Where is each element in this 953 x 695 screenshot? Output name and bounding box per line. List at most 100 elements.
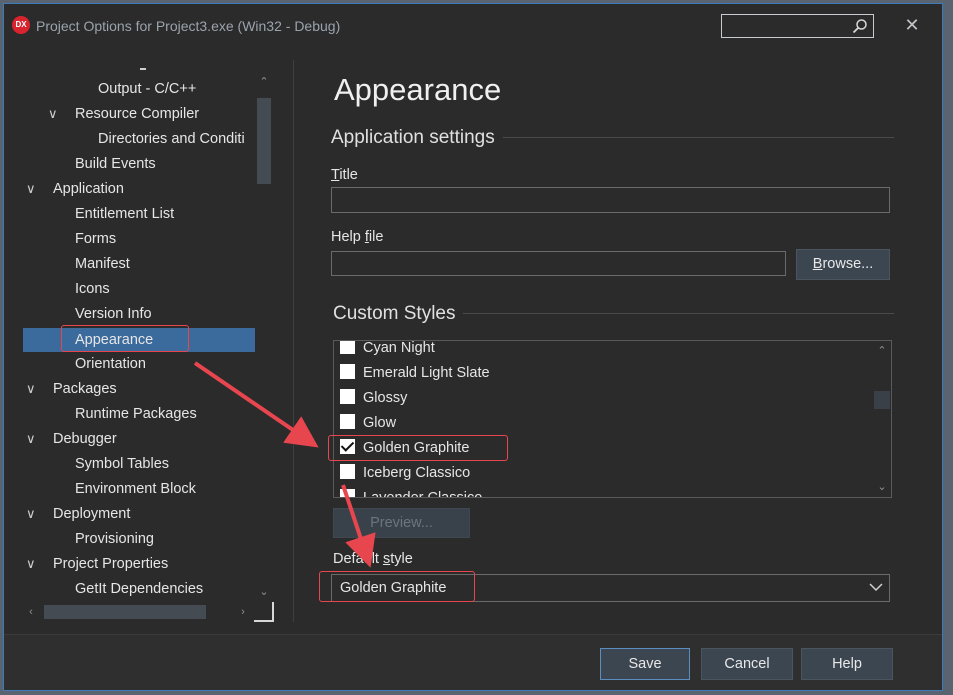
scroll-left-icon[interactable]: ‹ xyxy=(22,604,40,620)
tree-item-packages[interactable]: ∨ Packages xyxy=(26,377,117,401)
default-style-label-pre: Default xyxy=(333,551,383,567)
tree-item-provisioning[interactable]: Provisioning xyxy=(75,527,154,551)
tree-item-label: Forms xyxy=(75,231,117,247)
list-item[interactable]: Cyan Night xyxy=(340,340,435,360)
tree-item-label: Resource Compiler xyxy=(75,106,200,122)
browse-label-accel: B xyxy=(812,256,823,272)
default-style-label-rest: tyle xyxy=(390,551,413,567)
tree-item-output-cpp[interactable]: Output - C/C++ xyxy=(98,77,196,101)
tree-item-symbol-tables[interactable]: Symbol Tables xyxy=(75,452,169,476)
title-label: Title xyxy=(331,167,358,183)
tree-vertical-scrollbar[interactable]: ⌃ ⌄ xyxy=(255,70,273,602)
title-field[interactable] xyxy=(331,187,890,213)
style-label: Emerald Light Slate xyxy=(363,365,490,381)
style-label: Iceberg Classico xyxy=(363,465,471,481)
tree-item-environment-block[interactable]: Environment Block xyxy=(75,477,196,501)
tree-item-label: Output - C/C++ xyxy=(98,81,197,97)
list-item[interactable]: Lavender Classico xyxy=(340,486,482,497)
tree-item-label: Build Events xyxy=(75,156,156,172)
style-checkbox[interactable] xyxy=(340,389,355,404)
style-checkbox[interactable] xyxy=(340,341,355,354)
style-checkbox[interactable] xyxy=(340,364,355,379)
panel-splitter[interactable] xyxy=(293,60,294,622)
browse-button[interactable]: Browse... xyxy=(796,249,890,280)
list-item[interactable]: Emerald Light Slate xyxy=(340,361,490,385)
tree-item-version-info[interactable]: Version Info xyxy=(75,302,152,326)
chevron-down-icon[interactable]: ∨ xyxy=(26,377,40,401)
scrollbar-thumb[interactable] xyxy=(257,98,271,184)
styles-list-scrollbar[interactable]: ⌃ ⌄ xyxy=(873,341,891,497)
tree-horizontal-scrollbar[interactable]: ‹ › xyxy=(22,602,255,622)
tree-item-deployment[interactable]: ∨ Deployment xyxy=(26,502,130,526)
tree-item-label: Runtime Packages xyxy=(75,406,197,422)
tree-item-forms[interactable]: Forms xyxy=(75,227,116,251)
list-item[interactable]: Glow xyxy=(340,411,396,435)
list-item[interactable]: Iceberg Classico xyxy=(340,461,470,485)
chevron-down-icon[interactable]: ∨ xyxy=(26,502,40,526)
scroll-right-icon[interactable]: › xyxy=(234,604,252,620)
close-icon[interactable]: ✕ xyxy=(897,12,927,38)
scrollbar-thumb[interactable] xyxy=(874,391,890,409)
tree-cutoff-marker xyxy=(140,68,146,70)
tree-item-label: GetIt Dependencies xyxy=(75,581,204,597)
tree-item-debugger[interactable]: ∨ Debugger xyxy=(26,427,117,451)
dialog-footer: Save Cancel Help xyxy=(4,634,942,690)
help-button[interactable]: Help xyxy=(801,648,893,680)
preview-button[interactable]: Preview... xyxy=(333,508,470,538)
tree-item-manifest[interactable]: Manifest xyxy=(75,252,130,276)
tree-item-getit-dependencies[interactable]: GetIt Dependencies xyxy=(75,577,203,601)
list-item[interactable]: Glossy xyxy=(340,386,407,410)
scroll-up-icon[interactable]: ⌃ xyxy=(873,343,891,359)
help-file-field[interactable] xyxy=(331,251,786,276)
annotation-highlight-golden-graphite xyxy=(328,435,508,461)
tree-item-label: Provisioning xyxy=(75,531,154,547)
style-checkbox[interactable] xyxy=(340,464,355,479)
tree-item-orientation[interactable]: Orientation xyxy=(75,352,146,376)
custom-styles-list[interactable]: Cyan Night Emerald Light Slate Glossy Gl… xyxy=(333,340,892,498)
tree-item-directories[interactable]: Directories and Conditi xyxy=(98,127,245,151)
help-file-label-rest: ile xyxy=(368,229,384,245)
tree-item-label: Debugger xyxy=(53,431,117,447)
annotation-highlight-appearance xyxy=(61,325,189,352)
tree-item-application[interactable]: ∨ Application xyxy=(26,177,124,201)
help-file-label: Help file xyxy=(331,229,383,245)
tree-item-build-events[interactable]: Build Events xyxy=(75,152,156,176)
chevron-down-icon[interactable] xyxy=(869,582,883,592)
tree-item-label: Directories and Conditi xyxy=(98,131,245,147)
scroll-up-icon[interactable]: ⌃ xyxy=(255,74,273,90)
chevron-down-icon[interactable]: ∨ xyxy=(26,177,40,201)
group-heading-custom-styles: Custom Styles xyxy=(333,303,464,325)
scrollbar-thumb[interactable] xyxy=(44,605,206,619)
style-label: Cyan Night xyxy=(363,340,435,356)
style-label: Glossy xyxy=(363,390,408,406)
browse-label-rest: rowse... xyxy=(822,256,874,272)
style-checkbox[interactable] xyxy=(340,414,355,429)
default-style-label: Default style xyxy=(333,551,413,567)
style-label: Glow xyxy=(363,415,397,431)
tree-item-label: Orientation xyxy=(75,356,146,372)
tree-item-entitlement-list[interactable]: Entitlement List xyxy=(75,202,174,226)
tree-item-project-properties[interactable]: ∨ Project Properties xyxy=(26,552,168,576)
style-checkbox[interactable] xyxy=(340,489,355,497)
tree-item-resource-compiler[interactable]: ∨ Resource Compiler xyxy=(48,102,199,126)
tree-item-label: Version Info xyxy=(75,306,152,322)
search-input[interactable] xyxy=(721,14,874,38)
search-icon[interactable] xyxy=(852,18,868,34)
chevron-down-icon[interactable]: ∨ xyxy=(48,102,62,126)
chevron-down-icon[interactable]: ∨ xyxy=(26,427,40,451)
cancel-button[interactable]: Cancel xyxy=(701,648,793,680)
resize-corner xyxy=(254,602,274,622)
tree-item-runtime-packages[interactable]: Runtime Packages xyxy=(75,402,197,426)
tree-item-icons[interactable]: Icons xyxy=(75,277,110,301)
tree-item-label: Application xyxy=(53,181,124,197)
page-title: Appearance xyxy=(334,72,502,107)
tree-item-label: Deployment xyxy=(53,506,131,522)
chevron-down-icon[interactable]: ∨ xyxy=(26,552,40,576)
tree-item-label: Project Properties xyxy=(53,556,169,572)
tree-item-label: Manifest xyxy=(75,256,130,272)
tree-item-label: Packages xyxy=(53,381,117,397)
scroll-down-icon[interactable]: ⌄ xyxy=(873,479,891,495)
save-button[interactable]: Save xyxy=(600,648,690,680)
scroll-down-icon[interactable]: ⌄ xyxy=(255,584,273,600)
tree-item-label: Symbol Tables xyxy=(75,456,170,472)
